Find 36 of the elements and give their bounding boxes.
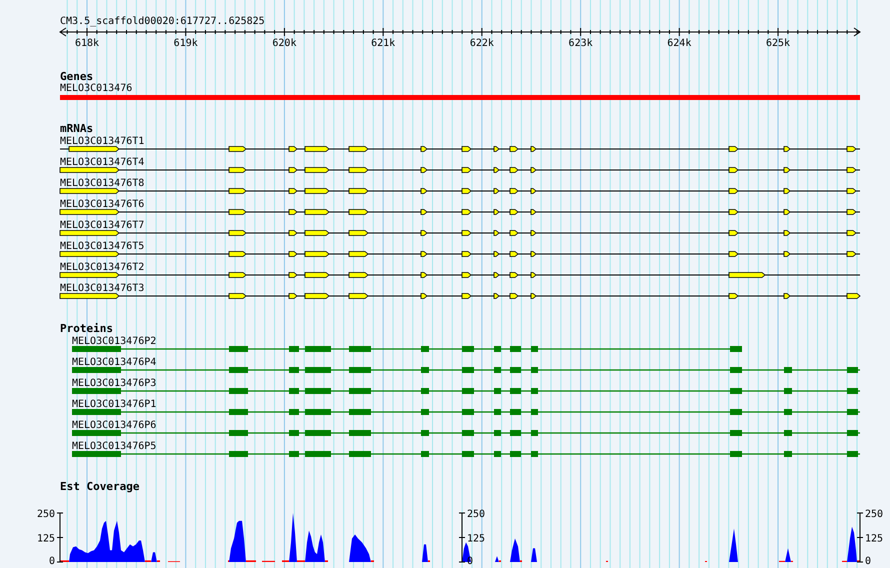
tick-label: 621k [371, 38, 396, 49]
feature-label: MELO3C013476T8 [60, 178, 144, 189]
tick-label: 623k [568, 38, 593, 49]
tick-label: 625k [766, 38, 790, 49]
feature-label: MELO3C013476 [60, 83, 132, 94]
tick-label: 622k [470, 38, 494, 49]
feature-label: MELO3C013476P5 [72, 441, 156, 452]
track-title: mRNAs [60, 122, 94, 135]
feature-label: MELO3C013476T1 [60, 136, 144, 147]
feature-label: MELO3C013476P1 [72, 399, 156, 410]
track-title: Proteins [60, 322, 113, 335]
axis-label: 250 [467, 509, 486, 520]
feature-label: MELO3C013476T4 [60, 157, 144, 168]
axis-label: 125 [36, 534, 55, 544]
feature-label: MELO3C013476T2 [60, 262, 144, 273]
feature-label: MELO3C013476P2 [72, 336, 156, 347]
ruler-title: CM3.5_scaffold00020:617727..625825 [60, 16, 265, 27]
feature-label: MELO3C013476T6 [60, 199, 144, 210]
tick-label: 619k [174, 38, 198, 49]
axis-label: 125 [865, 534, 884, 544]
axis-label: 250 [36, 509, 55, 520]
feature-label: MELO3C013476T7 [60, 220, 144, 231]
feature-label: MELO3C013476T3 [60, 283, 144, 294]
axis-label: 250 [865, 509, 884, 520]
feature-label: MELO3C013476T5 [60, 241, 144, 252]
tick-label: 618k [74, 38, 100, 49]
feature-label: MELO3C013476P4 [72, 357, 156, 368]
tick-label: 624k [667, 38, 692, 49]
track-title: Est Coverage [60, 480, 140, 493]
axis-label: 0 [865, 556, 872, 567]
track-title: Genes [60, 70, 94, 83]
feature-label: MELO3C013476P3 [72, 378, 156, 389]
axis-label: 0 [48, 556, 55, 567]
tick-label: 620k [272, 38, 296, 49]
axis-label: 125 [467, 534, 486, 544]
feature-label: MELO3C013476P6 [72, 420, 156, 431]
